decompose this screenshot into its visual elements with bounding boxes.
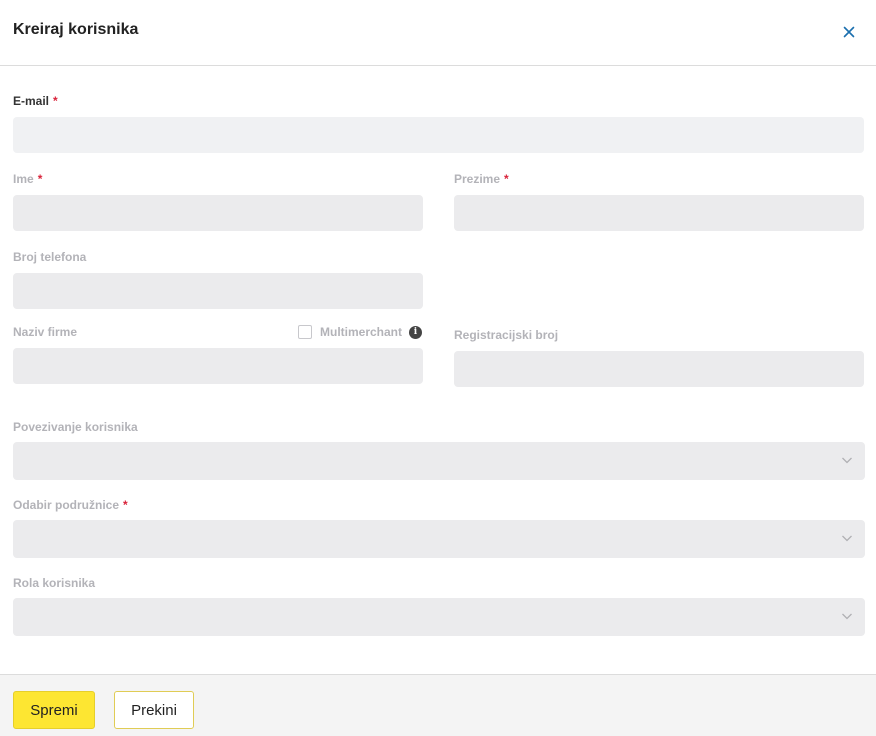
cancel-button[interactable]: Prekini xyxy=(114,691,194,729)
registration-label: Registracijski broj xyxy=(454,328,559,342)
branch-select[interactable] xyxy=(13,520,865,558)
chevron-down-icon xyxy=(842,457,852,464)
dialog-title: Kreiraj korisnika xyxy=(13,21,139,38)
role-label: Rola korisnika xyxy=(13,576,96,590)
chevron-down-icon xyxy=(842,613,852,620)
close-icon[interactable] xyxy=(839,22,859,42)
branch-label: Odabir podružnice * xyxy=(13,498,128,512)
save-button[interactable]: Spremi xyxy=(13,691,95,729)
info-icon[interactable]: i xyxy=(409,325,423,339)
phone-input[interactable] xyxy=(13,273,423,309)
phone-label: Broj telefona xyxy=(13,250,87,264)
dialog-footer: Spremi Prekini xyxy=(0,674,876,736)
company-label: Naziv firme xyxy=(13,325,78,339)
first-name-label: Ime * xyxy=(13,172,43,186)
multimerchant-label: Multimerchant xyxy=(320,325,403,339)
role-select[interactable] xyxy=(13,598,865,636)
company-input[interactable] xyxy=(13,348,423,384)
multimerchant-checkbox[interactable] xyxy=(298,325,312,339)
link-user-select[interactable] xyxy=(13,442,865,480)
email-label: E-mail * xyxy=(13,94,58,108)
last-name-label: Prezime * xyxy=(454,172,509,186)
multimerchant-toggle[interactable]: Multimerchant i xyxy=(298,324,423,340)
registration-input[interactable] xyxy=(454,351,864,387)
link-user-label: Povezivanje korisnika xyxy=(13,420,138,434)
first-name-input[interactable] xyxy=(13,195,423,231)
chevron-down-icon xyxy=(842,535,852,542)
dialog-header: Kreiraj korisnika xyxy=(0,0,876,66)
last-name-input[interactable] xyxy=(454,195,864,231)
email-input[interactable] xyxy=(13,117,864,153)
